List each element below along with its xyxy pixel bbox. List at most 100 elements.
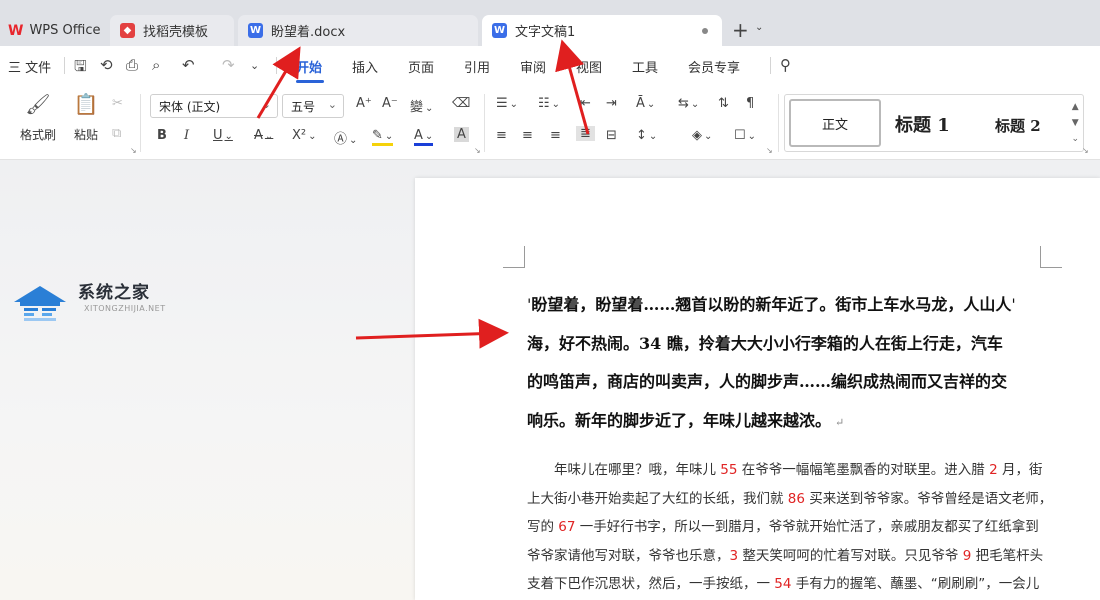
expand-corner-icon[interactable]: ↘ [766, 146, 773, 155]
undo-icon[interactable]: ↶ [182, 56, 195, 74]
red-number: 67 [558, 519, 576, 535]
font-name-select[interactable]: 宋体 (正文) ⌄ [150, 94, 278, 118]
change-case-icon[interactable]: Ā [636, 96, 655, 111]
bold-paragraph[interactable]: '盼望着，盼望着……翘首以盼的新年近了。街市上车水马龙，人山人' 海，好不热闹。… [527, 286, 1055, 442]
save-icon[interactable]: 🖫 [74, 56, 87, 81]
line-spacing-icon[interactable]: ↕ [636, 128, 657, 143]
menu-member[interactable]: 会员专享 [688, 57, 740, 76]
document-page[interactable]: '盼望着，盼望着……翘首以盼的新年近了。街市上车水马龙，人山人' 海，好不热闹。… [415, 178, 1100, 600]
styles-gallery: 正文 标题 1 标题 2 ▲ ▼ ⌄ [784, 94, 1084, 152]
menu-review[interactable]: 审阅 [520, 57, 546, 76]
highlight-icon[interactable]: ✎ [372, 128, 394, 146]
expand-corner-icon[interactable]: ↘ [130, 146, 137, 155]
ribbon-toolbar: 🖌 格式刷 📋 粘贴 ✂ ⧉ ↘ 宋体 (正文) ⌄ 五号 ⌄ A⁺ A⁻ 變 … [0, 84, 1100, 160]
font-size-select[interactable]: 五号 ⌄ [282, 94, 344, 118]
bold-line: 的鸣笛声，商店的叫卖声，人的脚步声……编织成热闹而又吉祥的交 [527, 372, 1008, 391]
new-tab-button[interactable]: + [732, 18, 749, 42]
italic-button[interactable]: I [184, 128, 189, 143]
clear-format-icon[interactable]: ⌫ [452, 96, 470, 111]
align-left-icon[interactable]: ≡ [496, 128, 507, 143]
menu-home[interactable]: 开始 [296, 57, 322, 76]
menu-tools[interactable]: 工具 [632, 57, 658, 76]
bold-line: 海，好不热闹。34 瞧，拎着大大小小行李箱的人在街上行走，汽车 [527, 333, 1003, 353]
template-store-icon: ◆ [120, 23, 135, 38]
print-preview-icon[interactable]: ⌕ [152, 56, 160, 74]
print-icon[interactable]: ⎙ [126, 56, 138, 74]
style-heading-1[interactable]: 标题 1 [895, 111, 950, 137]
border-icon[interactable]: ☐ [734, 128, 756, 143]
watermark-title: 系统之家 [78, 283, 150, 303]
menu-view[interactable]: 视图 [576, 57, 602, 76]
text-run: 上大街小巷开始卖起了大红的长纸，我们就 [527, 490, 788, 507]
search-icon[interactable]: ⚲ [780, 56, 791, 74]
style-normal[interactable]: 正文 [789, 99, 881, 147]
numbered-list-icon[interactable]: ☷ [538, 96, 560, 111]
distribute-icon[interactable]: ⊟ [606, 128, 617, 143]
red-number: 54 [774, 576, 792, 592]
show-marks-icon[interactable]: ¶ [746, 96, 754, 111]
tab-label: WPS Office [29, 23, 101, 38]
watermark-subtitle: XITONGZHIJIA.NET [84, 304, 166, 313]
cut-icon[interactable]: ✂ [112, 96, 123, 111]
bullet-list-icon[interactable]: ☰ [496, 96, 518, 111]
divider [140, 94, 141, 152]
char-shading-button[interactable]: A [454, 127, 469, 142]
text-direction-icon[interactable]: ⇆ [678, 96, 699, 111]
align-right-icon[interactable]: ≡ [550, 128, 561, 143]
normal-paragraph[interactable]: 年味儿在哪里？哦，年味儿 55 在爷爷一幅幅笔墨飘香的对联里。进入腊 2 月，街… [527, 456, 1057, 599]
tab-template-store[interactable]: ◆ 找稻壳模板 [110, 15, 234, 46]
expand-icon[interactable]: ⌄ [1071, 131, 1079, 147]
copy-icon[interactable]: ⧉ [112, 126, 121, 141]
tab-label: 盼望着.docx [271, 25, 346, 40]
font-color-icon[interactable]: A [414, 128, 434, 146]
superscript-button[interactable]: X² [292, 128, 317, 143]
strikethrough-icon[interactable]: A [254, 128, 273, 143]
normal-line: 上大街小巷开始卖起了大红的长纸，我们就 86 买来送到爷爷家。爷爷曾经是语文老师… [527, 485, 1057, 514]
increase-indent-icon[interactable]: ⇥ [606, 96, 617, 111]
tab-document-wenzi-1[interactable]: W 文字文稿1 [482, 15, 722, 46]
word-doc-icon: W [492, 23, 507, 38]
chevron-down-icon[interactable]: ⌄ [250, 59, 259, 72]
unsaved-dot-icon[interactable] [702, 28, 708, 34]
redo-icon[interactable]: ↷ [222, 56, 235, 74]
text-effect-icon[interactable]: Ⓐ [334, 128, 357, 147]
menu-references[interactable]: 引用 [464, 57, 490, 76]
sort-icon[interactable]: ⇅ [718, 96, 729, 111]
menu-bar: 三 文件 🖫 ⟲ ⎙ ⌕ ↶ ↷ ⌄ 开始 插入 页面 引用 审阅 视图 工具 … [0, 46, 1100, 84]
wps-logo-icon: W [8, 22, 24, 39]
phonetic-guide-icon[interactable]: 變 [410, 96, 433, 115]
paste-button[interactable]: 📋 粘贴 [66, 92, 106, 143]
align-justify-icon[interactable]: ≣ [576, 126, 595, 141]
bold-line: 响乐。新年的脚步近了，年味儿越来越浓。 ↵ [527, 410, 845, 430]
site-logo-icon [14, 286, 66, 321]
bold-button[interactable]: B [157, 128, 167, 143]
tab-wps-office[interactable]: W WPS Office [0, 15, 104, 46]
format-painter-button[interactable]: 🖌 格式刷 [18, 92, 58, 143]
menu-insert[interactable]: 插入 [352, 57, 378, 76]
text-run: 在爷爷一幅幅笔墨飘香的对联里。进入腊 [737, 462, 990, 478]
expand-corner-icon[interactable]: ↘ [474, 146, 481, 155]
file-menu[interactable]: 三 文件 [8, 57, 51, 76]
page-corner-mark [503, 246, 525, 268]
normal-line: 爷爷家请他写对联，爷爷也乐意，3 整天笑呵呵的忙着写对联。只见爷爷 9 把毛笔杆… [527, 542, 1057, 571]
chevron-up-icon[interactable]: ▲ [1071, 99, 1079, 115]
active-tab-indicator [296, 80, 324, 83]
divider [484, 94, 485, 152]
tab-document-panwangzhe[interactable]: W 盼望着.docx [238, 15, 478, 46]
underline-button[interactable]: U [213, 128, 233, 143]
share-icon[interactable]: ⟲ [100, 56, 113, 74]
increase-font-icon[interactable]: A⁺ [356, 96, 372, 111]
menu-page[interactable]: 页面 [408, 57, 434, 76]
normal-line: 支着下巴作沉思状，然后，一手按纸，一 54 手有力的握笔、蘸墨、“刷刷刷”，一会… [527, 570, 1057, 599]
expand-corner-icon[interactable]: ↘ [1082, 146, 1089, 155]
text-run: 月，街 [997, 462, 1043, 478]
tab-bar: W WPS Office ◆ 找稻壳模板 W 盼望着.docx W 文字文稿1 … [0, 0, 1100, 46]
chevron-down-icon[interactable]: ⌄ [755, 22, 763, 33]
chevron-down-icon[interactable]: ▼ [1071, 115, 1079, 131]
align-center-icon[interactable]: ≡ [522, 128, 533, 143]
shading-icon[interactable]: ◈ [692, 128, 712, 143]
style-heading-2[interactable]: 标题 2 [995, 115, 1041, 136]
styles-scroll[interactable]: ▲ ▼ ⌄ [1071, 99, 1079, 147]
decrease-font-icon[interactable]: A⁻ [382, 96, 398, 111]
decrease-indent-icon[interactable]: ⇤ [580, 96, 591, 111]
